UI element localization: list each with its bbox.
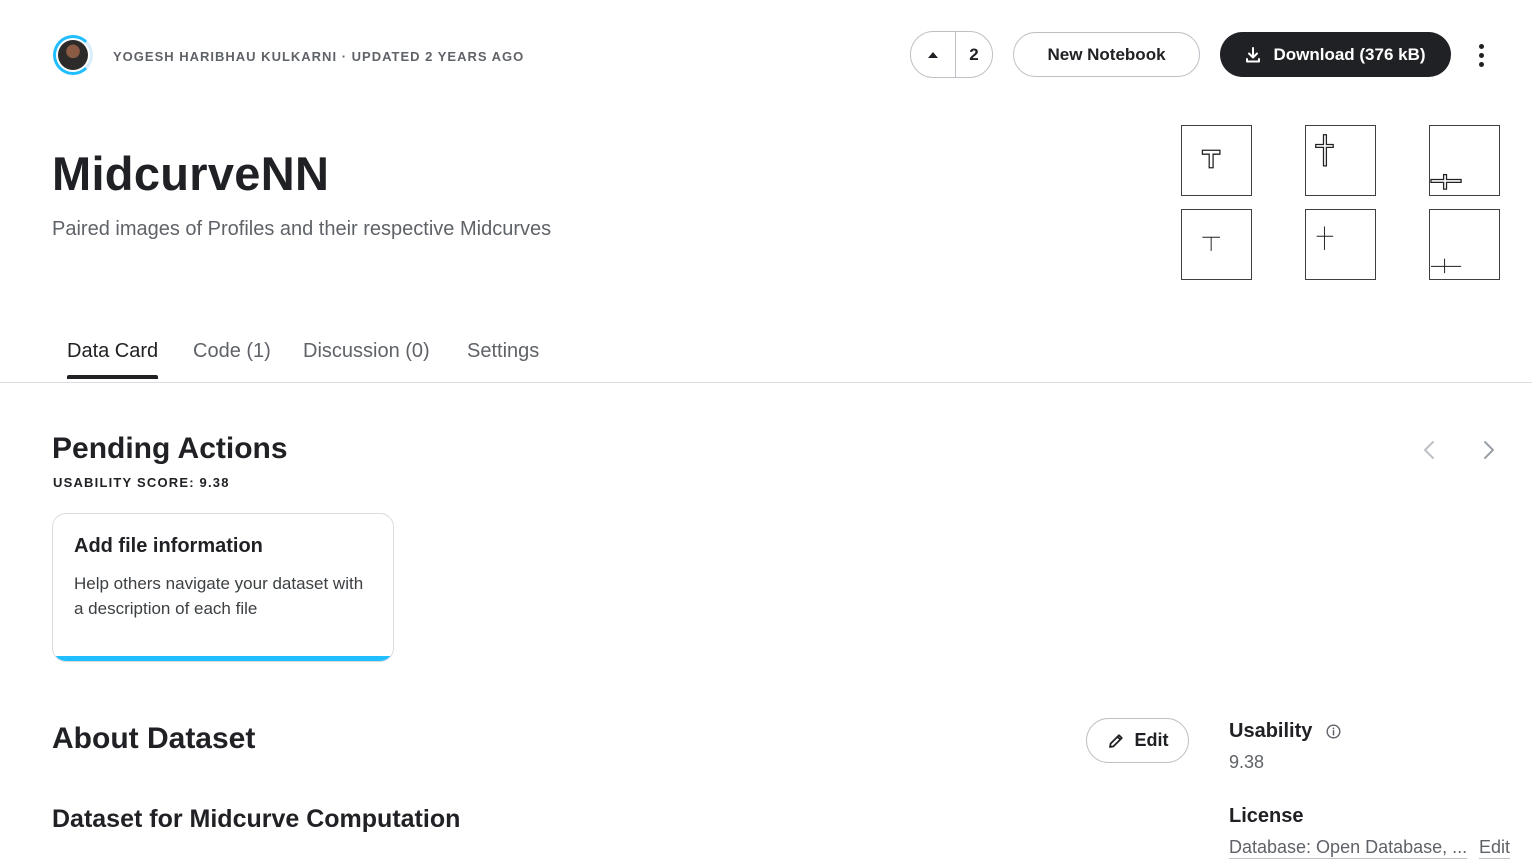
license-label: License [1229, 805, 1304, 827]
thumbnail-midcurve-plus [1305, 209, 1376, 280]
tab-settings[interactable]: Settings [467, 340, 539, 379]
upvote-button[interactable] [911, 32, 956, 77]
license-edit-link[interactable]: Edit [1479, 837, 1510, 858]
pending-actions-heading: Pending Actions [52, 432, 288, 465]
section-heading: Dataset for Midcurve Computation [52, 805, 461, 833]
license-value-link[interactable]: Database: Open Database, ... [1229, 837, 1467, 858]
new-notebook-button[interactable]: New Notebook [1013, 32, 1200, 77]
edit-label: Edit [1134, 730, 1169, 750]
carousel-prev-button[interactable] [1415, 436, 1443, 464]
updated-text: UPDATED 2 YEARS AGO [351, 49, 525, 64]
tab-discussion[interactable]: Discussion (0) [303, 340, 430, 379]
card-title: Add file information [74, 535, 263, 557]
caret-up-icon [928, 51, 938, 58]
download-icon [1246, 46, 1261, 62]
meta-separator: · [341, 49, 348, 64]
dataset-meta: YOGESH HARIBHAU KULKARNI · UPDATED 2 YEA… [113, 49, 524, 64]
thumbnail-midcurve-t [1181, 209, 1252, 280]
download-button[interactable]: Download (376 kB) [1220, 32, 1451, 77]
pencil-icon [1108, 733, 1123, 748]
card-progress-bar [53, 656, 393, 661]
avatar-photo [58, 40, 88, 70]
card-description: Help others navigate your dataset with a… [74, 574, 364, 618]
edit-about-button[interactable]: Edit [1086, 718, 1189, 763]
info-icon[interactable] [1326, 724, 1341, 739]
chevron-right-icon [1484, 441, 1494, 459]
avatar[interactable] [53, 35, 93, 75]
thumbnail-midcurve-corner [1429, 209, 1500, 280]
page-subtitle: Paired images of Profiles and their resp… [52, 218, 552, 240]
tab-bar: Data Card Code (1) Discussion (0) Settin… [0, 330, 1532, 383]
carousel-next-button[interactable] [1475, 436, 1503, 464]
thumbnail-profile-t [1181, 125, 1252, 196]
vote-count: 2 [969, 44, 979, 64]
usability-label: Usability [1229, 720, 1313, 742]
about-dataset-heading: About Dataset [52, 722, 256, 755]
tab-data-card[interactable]: Data Card [67, 340, 159, 379]
chevron-left-icon [1424, 441, 1434, 459]
usability-value: 9.38 [1229, 752, 1265, 772]
usability-score-label: USABILITY SCORE: 9.38 [53, 475, 230, 490]
thumbnail-profile-plus [1305, 125, 1376, 196]
more-options-icon[interactable] [1468, 40, 1494, 70]
page-title: MidcurveNN [52, 147, 330, 200]
upvote-group: 2 [910, 31, 993, 78]
thumbnail-profile-corner [1429, 125, 1500, 196]
pending-action-card[interactable]: Add file information Help others navigat… [52, 513, 394, 662]
author-name[interactable]: YOGESH HARIBHAU KULKARNI [113, 49, 337, 64]
tab-code[interactable]: Code (1) [193, 340, 271, 379]
download-label: Download (376 kB) [1273, 44, 1426, 64]
